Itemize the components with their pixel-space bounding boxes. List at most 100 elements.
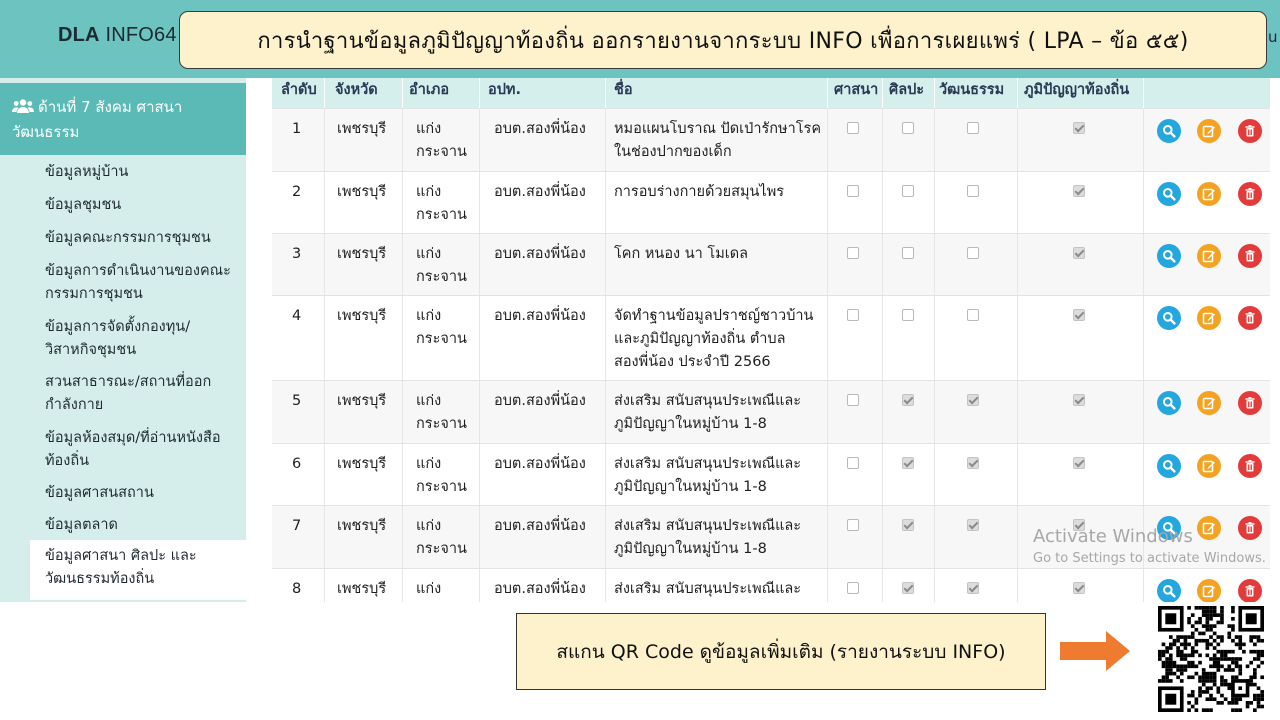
th-province[interactable]: จังหวัด: [335, 78, 378, 108]
th-religion[interactable]: ศาสนา: [834, 78, 878, 108]
sidebar-item-4[interactable]: ข้อมูลการดำเนินงานของคณะกรรมการชุมชน: [45, 260, 237, 306]
delete-button[interactable]: [1238, 454, 1262, 478]
sidebar-item-7[interactable]: ข้อมูลห้องสมุด/ที่อ่านหนังสือท้องถิ่น: [45, 427, 235, 473]
checkbox-wisdom[interactable]: [1073, 185, 1085, 197]
checkbox-culture[interactable]: [967, 185, 979, 197]
cell-separator: [402, 444, 403, 506]
checkbox-art[interactable]: [902, 247, 914, 259]
cell-separator: [479, 234, 480, 296]
sidebar-item-3[interactable]: ข้อมูลคณะกรรมการชุมชน: [45, 227, 245, 250]
checkbox-religion[interactable]: [847, 582, 859, 594]
checkbox-art[interactable]: [902, 519, 914, 531]
checkbox-culture[interactable]: [967, 122, 979, 134]
th-culture[interactable]: วัฒนธรรม: [939, 78, 1004, 108]
edit-button[interactable]: [1197, 119, 1221, 143]
data-table: ลำดับ จังหวัด อำเภอ อปท. ชื่อ ศาสนา ศิลปะ วัฒนธ…: [260, 78, 1280, 602]
cell-district: แก่งกระจาน: [416, 184, 467, 223]
cell-separator: [934, 569, 935, 602]
delete-button[interactable]: [1238, 391, 1262, 415]
header-separator: [324, 78, 325, 108]
cell-name: จัดทำฐานข้อมูลปราชญ์ชาวบ้านและภูมิปัญญาท…: [614, 308, 814, 370]
th-name[interactable]: ชื่อ: [614, 78, 633, 108]
delete-icon: [1245, 312, 1255, 324]
cell-separator: [1017, 381, 1018, 444]
checkbox-religion[interactable]: [847, 309, 859, 321]
cell-separator: [1143, 109, 1144, 172]
view-button[interactable]: [1157, 244, 1181, 268]
view-button[interactable]: [1157, 182, 1181, 206]
cell-district: แก่งกระจาน: [416, 246, 467, 285]
delete-button[interactable]: [1238, 579, 1262, 602]
cell-separator: [479, 381, 480, 444]
cell-separator: [934, 506, 935, 569]
edit-button[interactable]: [1197, 391, 1221, 415]
delete-button[interactable]: [1238, 182, 1262, 206]
view-button[interactable]: [1157, 579, 1181, 602]
edit-button[interactable]: [1197, 182, 1221, 206]
brand-logo[interactable]: DLA INFO64: [58, 24, 177, 47]
sidebar-item-5[interactable]: ข้อมูลการจัดตั้งกองทุน/วิสาหกิจชุมชน: [45, 316, 215, 362]
checkbox-culture[interactable]: [967, 394, 979, 406]
checkbox-wisdom[interactable]: [1073, 309, 1085, 321]
checkbox-religion[interactable]: [847, 247, 859, 259]
delete-button[interactable]: [1238, 244, 1262, 268]
sidebar-item-8[interactable]: ข้อมูลศาสนสถาน: [45, 482, 245, 505]
delete-button[interactable]: [1238, 306, 1262, 330]
th-order[interactable]: ลำดับ: [281, 78, 317, 108]
checkbox-culture[interactable]: [967, 309, 979, 321]
cell-separator: [324, 234, 325, 296]
sidebar-item-2[interactable]: ข้อมูลชุมชน: [45, 194, 245, 217]
checkbox-art[interactable]: [902, 457, 914, 469]
cell-separator: [402, 381, 403, 444]
checkbox-art[interactable]: [902, 122, 914, 134]
edit-button[interactable]: [1197, 306, 1221, 330]
cell-separator: [882, 569, 883, 602]
view-button[interactable]: [1157, 306, 1181, 330]
cell-separator: [479, 506, 480, 569]
checkbox-wisdom[interactable]: [1073, 247, 1085, 259]
edit-button[interactable]: [1197, 516, 1221, 540]
checkbox-art[interactable]: [902, 185, 914, 197]
checkbox-culture[interactable]: [967, 519, 979, 531]
sidebar-item-9[interactable]: ข้อมูลตลาด: [45, 514, 245, 537]
th-art[interactable]: ศิลปะ: [889, 78, 924, 108]
th-org[interactable]: อปท.: [488, 78, 521, 108]
checkbox-culture[interactable]: [967, 582, 979, 594]
view-button[interactable]: [1157, 119, 1181, 143]
checkbox-religion[interactable]: [847, 185, 859, 197]
checkbox-art[interactable]: [902, 582, 914, 594]
sidebar: ด้านที่ 7 สังคม ศาสนา วัฒนธรรม ข้อมูลหมู…: [0, 78, 246, 602]
checkbox-art[interactable]: [902, 309, 914, 321]
checkbox-wisdom[interactable]: [1073, 394, 1085, 406]
checkbox-religion[interactable]: [847, 122, 859, 134]
sidebar-heading-label: ด้านที่ 7 สังคม ศาสนา วัฒนธรรม: [12, 98, 183, 141]
th-district[interactable]: อำเภอ: [409, 78, 449, 108]
checkbox-wisdom[interactable]: [1073, 582, 1085, 594]
view-icon: [1163, 585, 1176, 598]
sidebar-item-1[interactable]: ข้อมูลหมู่บ้าน: [45, 161, 245, 184]
qr-code-icon[interactable]: [1158, 606, 1264, 712]
cell-separator: [402, 234, 403, 296]
checkbox-wisdom[interactable]: [1073, 457, 1085, 469]
sidebar-item-10[interactable]: ข้อมูลศาสนา ศิลปะ และวัฒนธรรมท้องถิ่น: [45, 545, 215, 591]
edit-button[interactable]: [1197, 244, 1221, 268]
th-wisdom[interactable]: ภูมิปัญญาท้องถิ่น: [1024, 78, 1129, 108]
edit-button[interactable]: [1197, 454, 1221, 478]
cell-separator: [934, 172, 935, 234]
checkbox-culture[interactable]: [967, 457, 979, 469]
delete-button[interactable]: [1238, 516, 1262, 540]
sidebar-heading[interactable]: ด้านที่ 7 สังคม ศาสนา วัฒนธรรม: [0, 83, 246, 155]
checkbox-religion[interactable]: [847, 457, 859, 469]
activate-windows-title: Activate Windows: [1033, 526, 1193, 547]
checkbox-art[interactable]: [902, 394, 914, 406]
checkbox-culture[interactable]: [967, 247, 979, 259]
view-button[interactable]: [1157, 391, 1181, 415]
view-button[interactable]: [1157, 454, 1181, 478]
delete-button[interactable]: [1238, 119, 1262, 143]
checkbox-religion[interactable]: [847, 519, 859, 531]
checkbox-wisdom[interactable]: [1073, 122, 1085, 134]
header-edge-text: u: [1268, 28, 1278, 46]
sidebar-item-6[interactable]: สวนสาธารณะ/สถานที่ออกกำลังกาย: [45, 371, 225, 417]
checkbox-religion[interactable]: [847, 394, 859, 406]
edit-button[interactable]: [1197, 579, 1221, 602]
